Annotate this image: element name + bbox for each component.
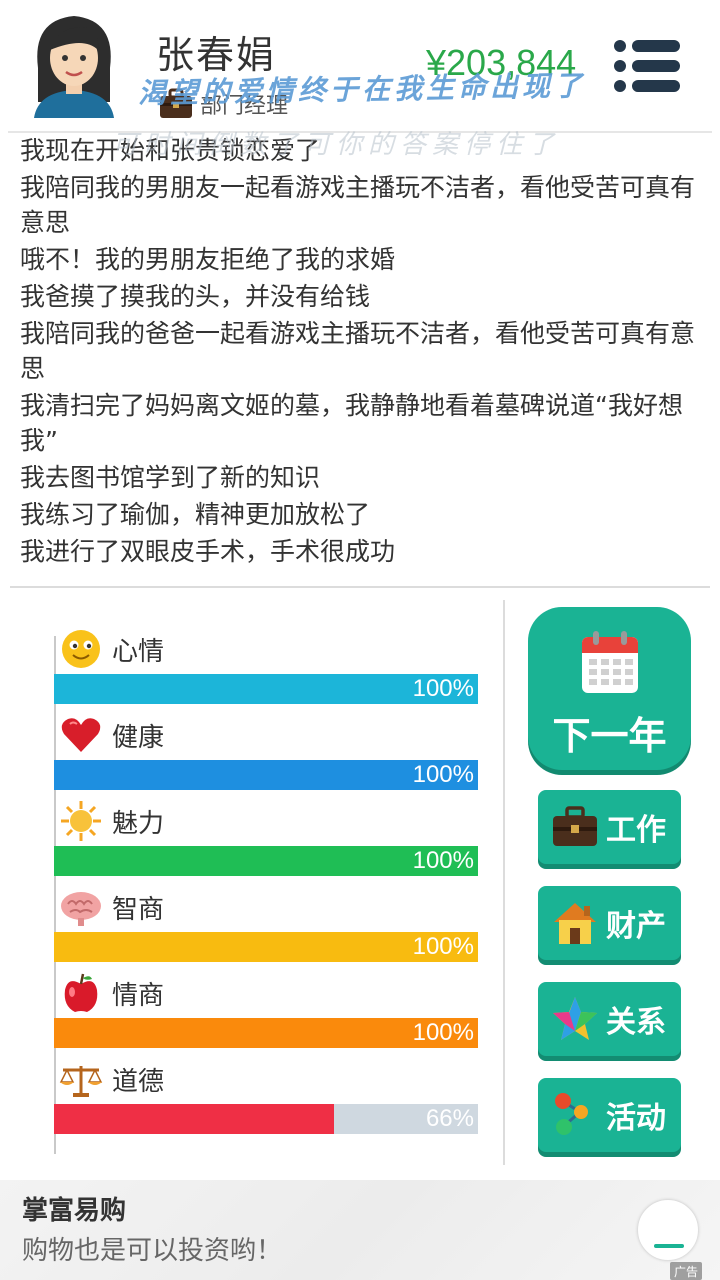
activities-icon bbox=[555, 1093, 588, 1135]
stat-iq: 智商 100% bbox=[54, 882, 478, 968]
stat-bar: 100% bbox=[54, 932, 478, 962]
property-button[interactable]: 财产 bbox=[538, 886, 681, 960]
log-entry: 我练习了瑜伽，精神更加放松了 bbox=[20, 500, 371, 529]
lyric-banner-line1: 渴望的爱情终于在我生命出现了 bbox=[137, 69, 587, 110]
relations-label: 关系 bbox=[606, 1005, 666, 1040]
stat-bar: 66% bbox=[54, 1104, 478, 1134]
work-button[interactable]: 工作 bbox=[538, 790, 681, 864]
stat-label: 情商 bbox=[112, 980, 165, 1011]
log-entry: 我陪同我的爸爸一起看游戏主播玩不洁者，看他受苦可真有意思 bbox=[20, 319, 696, 383]
stat-percent: 100% bbox=[412, 847, 474, 874]
stat-label: 道德 bbox=[112, 1066, 165, 1097]
heart-icon bbox=[61, 718, 101, 752]
work-label: 工作 bbox=[606, 813, 666, 848]
stat-percent: 100% bbox=[412, 675, 474, 702]
stat-bar: 100% bbox=[54, 1018, 478, 1048]
stat-label: 健康 bbox=[112, 722, 165, 753]
stats-panel: 心情 100% 健康 100% 魅力 100% 智商 100% 情商 100% … bbox=[54, 624, 478, 1140]
stat-bar: 100% bbox=[54, 760, 478, 790]
next-year-button[interactable]: 下一年 bbox=[528, 607, 691, 770]
ad-description: 购物也是可以投资哟！ bbox=[22, 1236, 283, 1266]
house-icon bbox=[554, 903, 596, 944]
panel-divider bbox=[503, 600, 505, 1165]
log-divider bbox=[10, 586, 710, 588]
menu-icon[interactable] bbox=[612, 36, 684, 96]
log-entry: 我清扫完了妈妈离文姬的墓，我静静地看着墓碑说道“我好想我” bbox=[20, 391, 683, 455]
ad-banner[interactable]: 掌富易购 购物也是可以投资哟！ bbox=[0, 1180, 720, 1280]
relations-button[interactable]: 关系 bbox=[538, 982, 681, 1056]
log-entry: 我去图书馆学到了新的知识 bbox=[20, 463, 321, 492]
log-entry: 哦不！我的男朋友拒绝了我的求婚 bbox=[20, 245, 396, 274]
ad-tag: 广告 bbox=[670, 1262, 703, 1280]
stat-charm: 魅力 100% bbox=[54, 796, 478, 882]
activities-label: 活动 bbox=[606, 1101, 666, 1136]
log-entry: 我爸摸了摸我的头，并没有给钱 bbox=[20, 282, 371, 311]
event-log: 我现在开始和张贵锁恋爱了 我陪同我的男朋友一起看游戏主播玩不洁者，看他受苦可真有… bbox=[20, 133, 705, 571]
smiley-icon bbox=[62, 630, 100, 668]
brain-icon bbox=[61, 892, 101, 926]
star-icon bbox=[553, 997, 597, 1040]
calendar-icon bbox=[582, 631, 638, 693]
stat-label: 魅力 bbox=[112, 808, 165, 839]
next-year-label: 下一年 bbox=[552, 714, 667, 758]
stat-bar: 100% bbox=[54, 674, 478, 704]
avatar bbox=[34, 16, 114, 118]
ad-action-button[interactable] bbox=[638, 1200, 698, 1260]
stat-label: 心情 bbox=[112, 636, 165, 667]
stat-bar: 100% bbox=[54, 846, 478, 876]
stat-bar-fill bbox=[54, 1104, 334, 1134]
stat-morality: 道德 66% bbox=[54, 1054, 478, 1140]
property-label: 财产 bbox=[606, 909, 666, 944]
stat-label: 智商 bbox=[112, 894, 165, 925]
stat-health: 健康 100% bbox=[54, 710, 478, 796]
ad-title: 掌富易购 bbox=[22, 1196, 127, 1226]
sun-icon bbox=[61, 801, 101, 841]
stat-percent: 100% bbox=[412, 933, 474, 960]
stat-eq: 情商 100% bbox=[54, 968, 478, 1054]
stat-percent: 100% bbox=[412, 761, 474, 788]
header: 张春娟 部门经理 ¥203,844 渴望的爱情终于在我生命出现了 bbox=[0, 0, 720, 133]
stat-percent: 100% bbox=[412, 1019, 474, 1046]
scales-icon bbox=[59, 1066, 103, 1097]
stat-mood: 心情 100% bbox=[54, 624, 478, 710]
lyric-banner-line2: 可时间倒数了可你的答案停住了 bbox=[112, 130, 561, 160]
activities-button[interactable]: 活动 bbox=[538, 1078, 681, 1152]
apple-icon bbox=[64, 973, 98, 1012]
log-entry: 我陪同我的男朋友一起看游戏主播玩不洁者，看他受苦可真有意思 bbox=[20, 173, 696, 237]
stat-percent: 66% bbox=[425, 1105, 474, 1132]
log-entry: 我进行了双眼皮手术，手术很成功 bbox=[20, 537, 396, 566]
briefcase-icon bbox=[553, 806, 597, 846]
